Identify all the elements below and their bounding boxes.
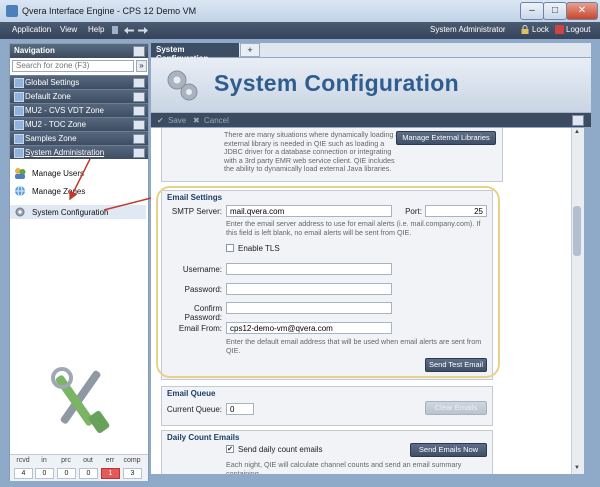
save-icon: ✔ [157,116,164,125]
tab-system-configuration[interactable]: System Configuration [151,43,239,63]
maximize-panel-button[interactable] [572,115,584,126]
current-queue-value [226,403,254,415]
external-libraries-panel: There are many situations where dynamica… [161,128,503,182]
daily-count-panel: Daily Count Emails ✔ Send daily count em… [161,430,493,474]
config-toolbar: ✔ Save ✖ Cancel [151,113,591,127]
page-banner: System Configuration [151,58,591,113]
send-daily-count-checkbox[interactable]: ✔ [226,445,234,453]
cancel-icon: ✖ [193,116,200,125]
gears-icon [167,70,198,101]
send-daily-count-label: Send daily count emails [238,445,323,454]
scroll-up-icon[interactable]: ▲ [572,129,582,137]
daily-count-description: Each night, QIE will calculate channel c… [226,460,462,474]
manage-external-libraries-button[interactable]: Manage External Libraries [396,131,496,145]
email-queue-title: Email Queue [167,389,216,398]
daily-count-title: Daily Count Emails [167,433,240,442]
clear-emails-button[interactable]: Clear Emails [425,401,487,415]
email-settings-highlight [156,186,500,378]
external-libraries-description: There are many situations where dynamica… [224,130,404,173]
email-queue-panel: Email Queue Current Queue: Clear Emails [161,386,493,426]
page-title: System Configuration [214,70,459,96]
save-button[interactable]: Save [168,116,186,125]
add-tab-button[interactable]: + [240,43,260,57]
scroll-thumb[interactable] [573,206,581,256]
scroll-down-icon[interactable]: ▼ [572,465,582,473]
content-scrollbar[interactable] [571,128,584,474]
current-queue-label: Current Queue: [166,405,222,414]
send-emails-now-button[interactable]: Send Emails Now [410,443,487,457]
cancel-button[interactable]: Cancel [204,116,229,125]
